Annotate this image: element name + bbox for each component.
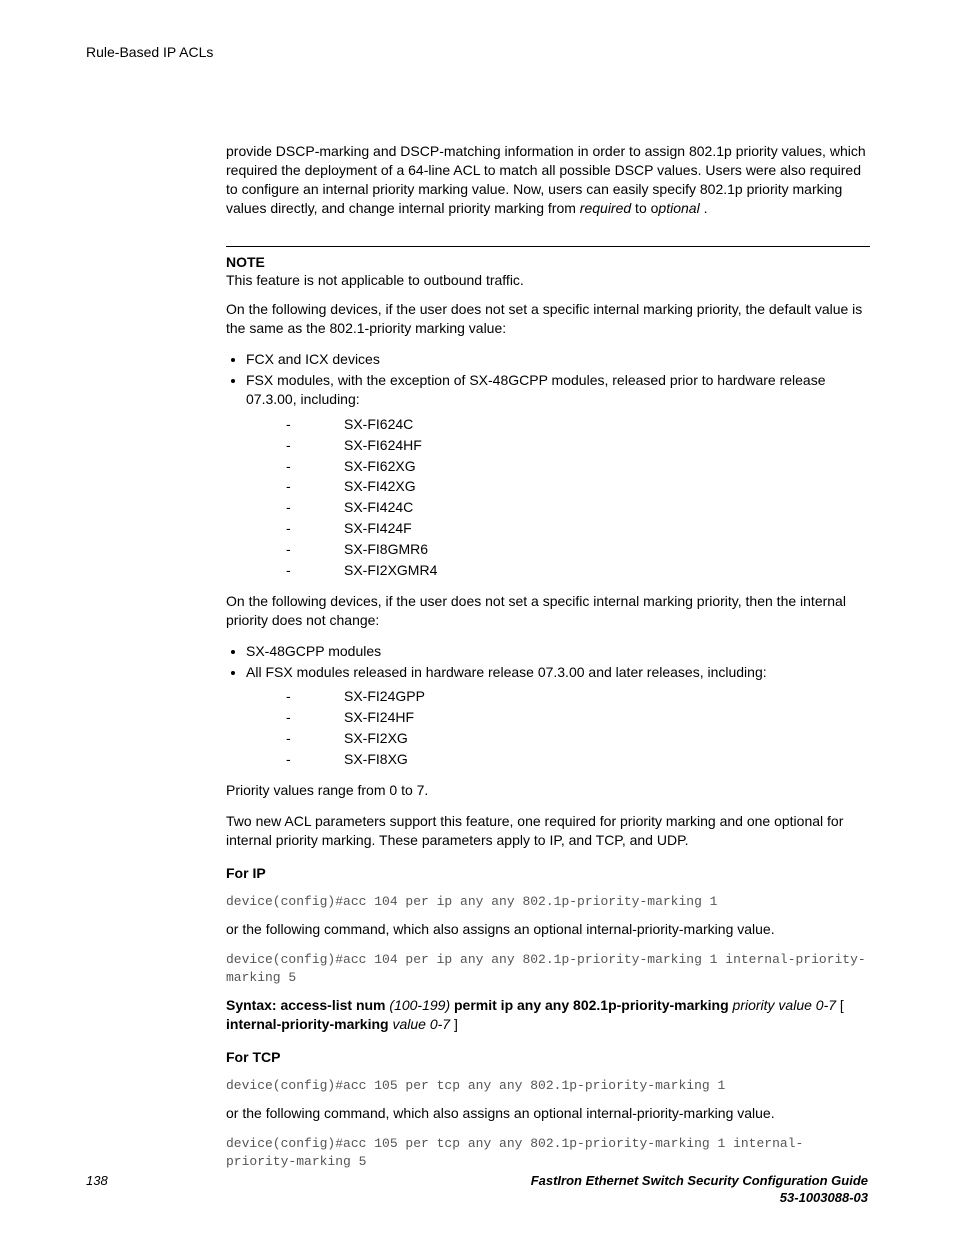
doc-title-block: FastIron Ethernet Switch Security Config…	[531, 1173, 868, 1207]
bullet-item: SX-48GCPP modules	[246, 642, 870, 661]
intro-text-end: .	[700, 200, 708, 216]
list-item: -SX-FI2XG	[286, 729, 870, 748]
list-item: -SX-FI624HF	[286, 436, 870, 455]
note-text: This feature is not applicable to outbou…	[226, 271, 870, 290]
bullets-1: FCX and ICX devices FSX modules, with th…	[226, 350, 870, 580]
syntax-bold-2: permit ip any any 802.1p-priority-markin…	[450, 997, 732, 1013]
intro-text-mid: to o	[631, 200, 658, 216]
bullet-item-text: All FSX modules released in hardware rel…	[246, 664, 767, 680]
dash-icon: -	[286, 519, 344, 538]
dash-list-2: -SX-FI24GPP -SX-FI24HF -SX-FI2XG -SX-FI8…	[286, 687, 870, 769]
doc-title: FastIron Ethernet Switch Security Config…	[531, 1173, 868, 1190]
dash-icon: -	[286, 729, 344, 748]
bullet-item: FSX modules, with the exception of SX-48…	[246, 371, 870, 580]
intro-text-1: provide DSCP-marking and DSCP-matching i…	[226, 143, 866, 216]
code-tcp-2: device(config)#acc 105 per tcp any any 8…	[226, 1135, 870, 1170]
list-item: -SX-FI24GPP	[286, 687, 870, 706]
syntax-ip: Syntax: access-list num (100-199) permit…	[226, 996, 870, 1034]
list-item: -SX-FI62XG	[286, 457, 870, 476]
list-item-label: SX-FI2XGMR4	[344, 562, 437, 578]
list-item-label: SX-FI42XG	[344, 478, 416, 494]
for-ip-heading: For IP	[226, 864, 870, 883]
or-follow-para-ip: or the following command, which also ass…	[226, 920, 870, 939]
list-item-label: SX-FI8GMR6	[344, 541, 428, 557]
dash-icon: -	[286, 561, 344, 580]
priority-range-para: Priority values range from 0 to 7.	[226, 781, 870, 800]
or-follow-para-tcp: or the following command, which also ass…	[226, 1104, 870, 1123]
intro-em-required: required	[580, 200, 631, 216]
devices-nochange-para: On the following devices, if the user do…	[226, 592, 870, 630]
dash-icon: -	[286, 436, 344, 455]
dash-icon: -	[286, 750, 344, 769]
list-item-label: SX-FI624HF	[344, 437, 422, 453]
syntax-italic-2: priority value 0-7	[733, 997, 837, 1013]
list-item: -SX-FI24HF	[286, 708, 870, 727]
code-tcp-1: device(config)#acc 105 per tcp any any 8…	[226, 1077, 870, 1095]
content-area: provide DSCP-marking and DSCP-matching i…	[226, 142, 870, 1180]
bullet-item: FCX and ICX devices	[246, 350, 870, 369]
two-new-params-para: Two new ACL parameters support this feat…	[226, 812, 870, 850]
list-item: -SX-FI8XG	[286, 750, 870, 769]
list-item-label: SX-FI24GPP	[344, 688, 425, 704]
syntax-bold-3: internal-priority-marking	[226, 1016, 392, 1032]
dash-icon: -	[286, 415, 344, 434]
list-item: -SX-FI8GMR6	[286, 540, 870, 559]
list-item-label: SX-FI62XG	[344, 458, 416, 474]
list-item: -SX-FI624C	[286, 415, 870, 434]
footer: 138 FastIron Ethernet Switch Security Co…	[86, 1173, 868, 1213]
dash-icon: -	[286, 457, 344, 476]
bullet-item: All FSX modules released in hardware rel…	[246, 663, 870, 769]
code-ip-2: device(config)#acc 104 per ip any any 80…	[226, 951, 870, 986]
running-header: Rule-Based IP ACLs	[86, 44, 213, 60]
list-item: -SX-FI424F	[286, 519, 870, 538]
dash-icon: -	[286, 477, 344, 496]
syntax-italic-1: (100-199)	[389, 997, 450, 1013]
code-ip-1: device(config)#acc 104 per ip any any 80…	[226, 893, 870, 911]
dash-icon: -	[286, 708, 344, 727]
bullets-2: SX-48GCPP modules All FSX modules releas…	[226, 642, 870, 769]
list-item-label: SX-FI424C	[344, 499, 413, 515]
dash-list-1: -SX-FI624C -SX-FI624HF -SX-FI62XG -SX-FI…	[286, 415, 870, 580]
dash-icon: -	[286, 540, 344, 559]
list-item: -SX-FI42XG	[286, 477, 870, 496]
list-item-label: SX-FI2XG	[344, 730, 408, 746]
dash-icon: -	[286, 687, 344, 706]
list-item-label: SX-FI24HF	[344, 709, 414, 725]
for-tcp-heading: For TCP	[226, 1048, 870, 1067]
syntax-text-bracket-close: ]	[450, 1016, 458, 1032]
devices-default-para: On the following devices, if the user do…	[226, 300, 870, 338]
dash-icon: -	[286, 498, 344, 517]
list-item-label: SX-FI8XG	[344, 751, 408, 767]
doc-id: 53-1003088-03	[531, 1190, 868, 1207]
syntax-text-bracket-open: [	[836, 997, 844, 1013]
note-rule	[226, 246, 870, 247]
page: Rule-Based IP ACLs provide DSCP-marking …	[0, 0, 954, 1235]
list-item: -SX-FI2XGMR4	[286, 561, 870, 580]
intro-paragraph: provide DSCP-marking and DSCP-matching i…	[226, 142, 870, 218]
list-item-label: SX-FI624C	[344, 416, 413, 432]
syntax-bold-1: Syntax: access-list num	[226, 997, 389, 1013]
page-number: 138	[86, 1173, 108, 1188]
note-label: NOTE	[226, 253, 870, 272]
bullet-item-text: FSX modules, with the exception of SX-48…	[246, 372, 825, 407]
syntax-italic-3: value 0-7	[392, 1016, 450, 1032]
list-item: -SX-FI424C	[286, 498, 870, 517]
list-item-label: SX-FI424F	[344, 520, 412, 536]
intro-em-optional: ptional	[658, 200, 699, 216]
